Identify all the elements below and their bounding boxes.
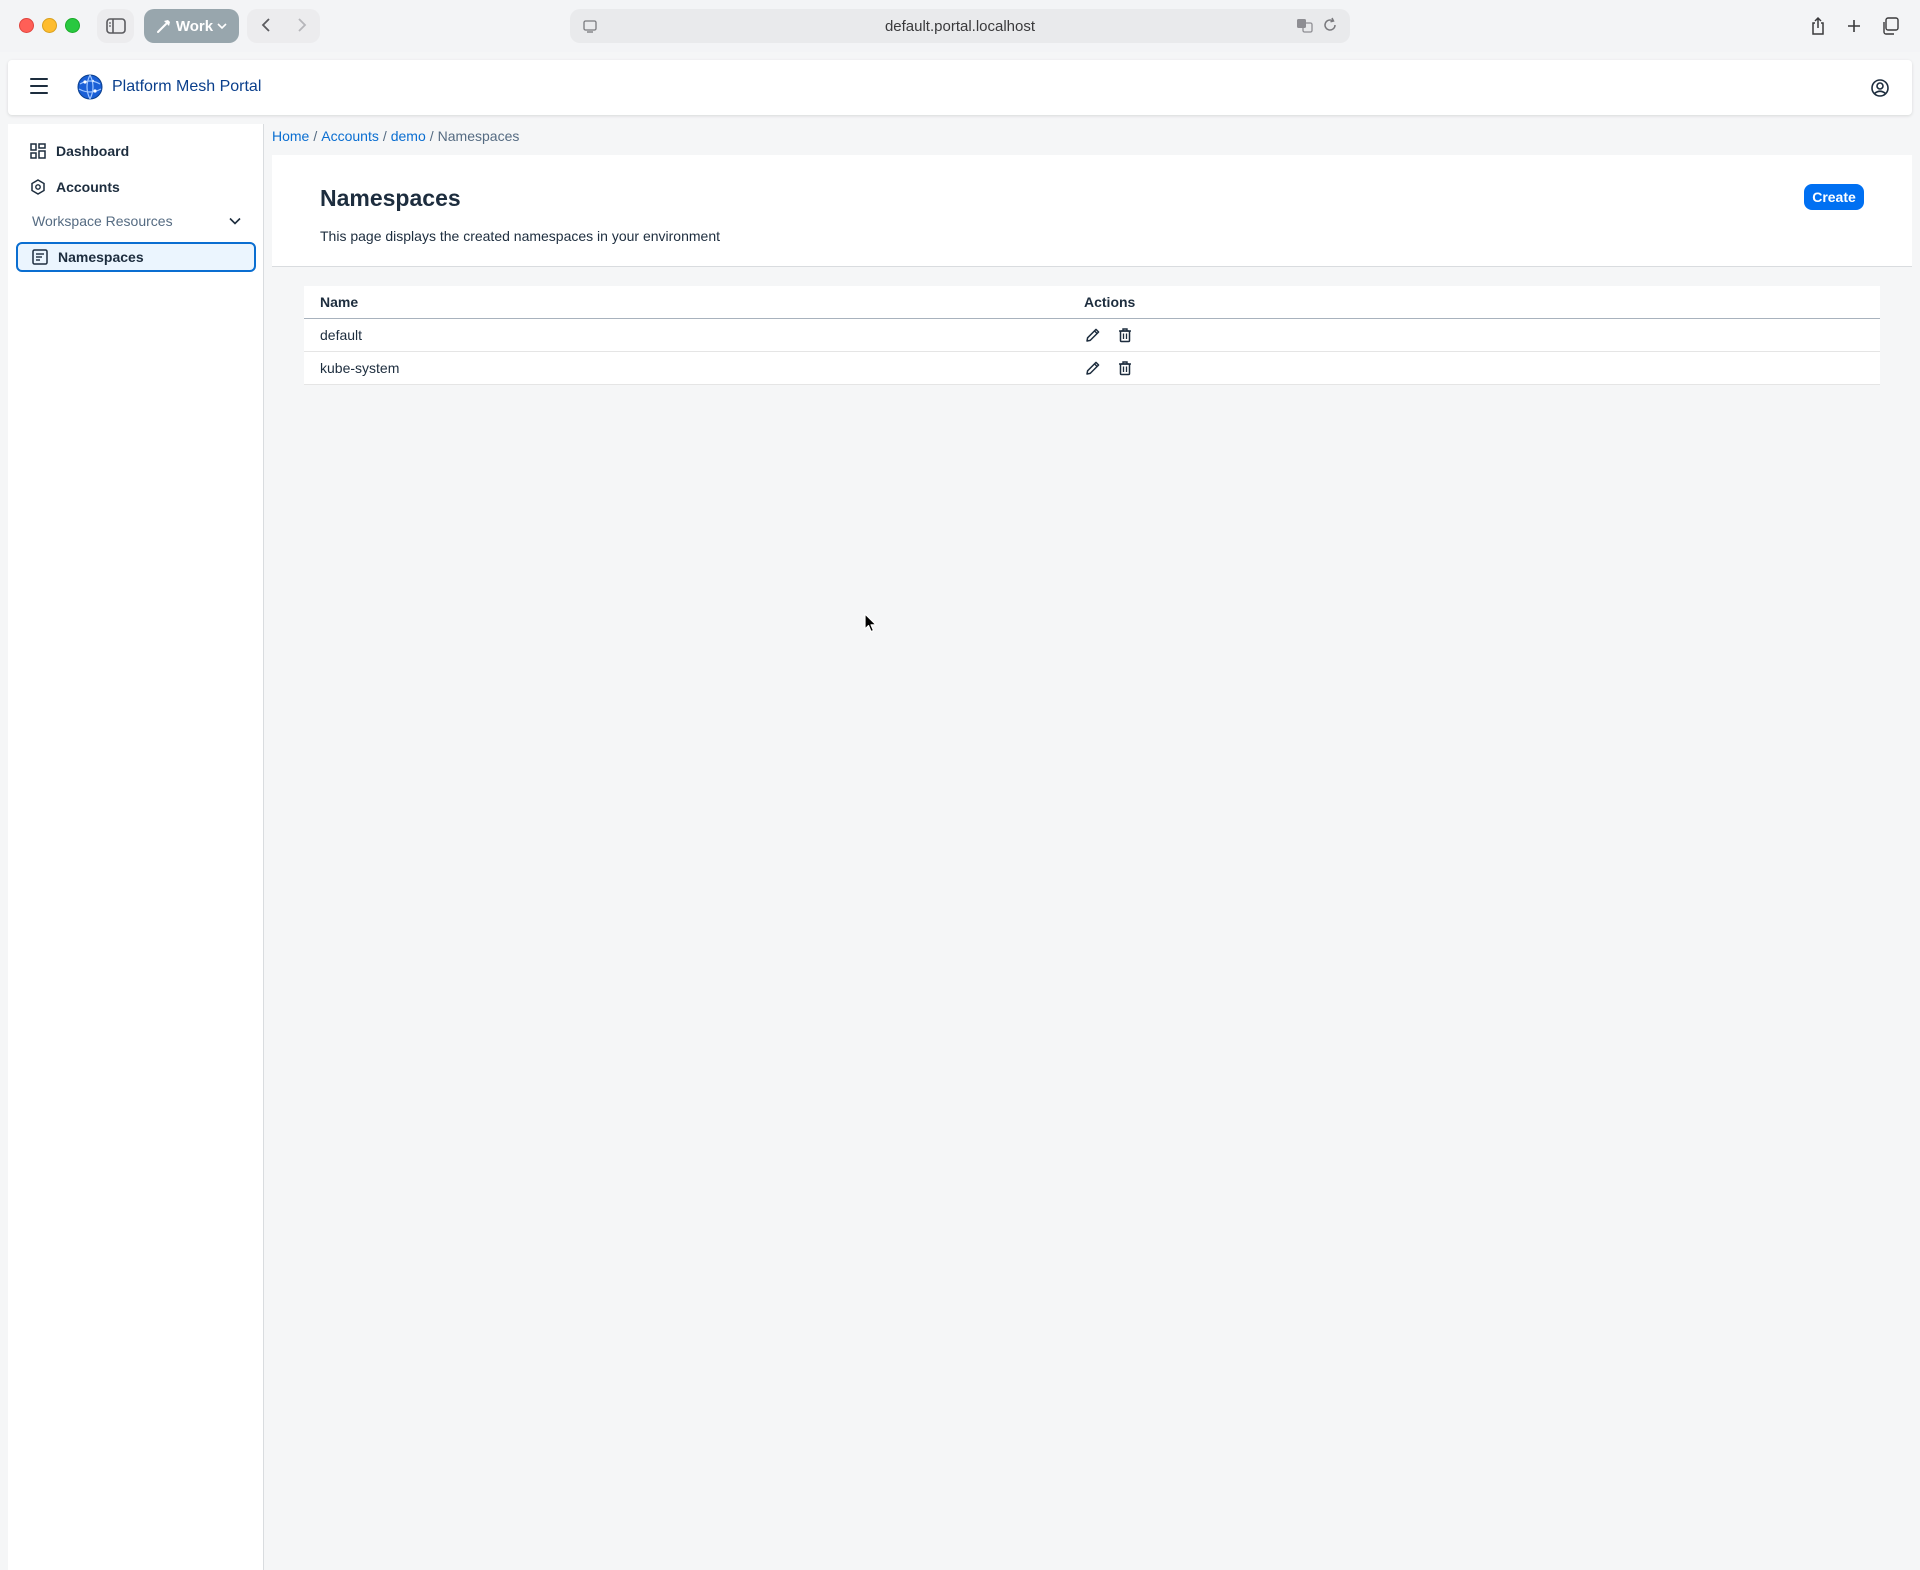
breadcrumb: Home / Accounts / demo / Namespaces (272, 128, 519, 144)
sidebar-icon (105, 18, 126, 34)
tab-overview-button[interactable] (1873, 9, 1907, 43)
dashboard-icon (30, 143, 46, 159)
hammer-icon (156, 20, 170, 33)
namespace-name-cell: kube-system (320, 360, 400, 376)
new-tab-button[interactable] (1837, 9, 1871, 43)
reload-icon[interactable] (1322, 17, 1338, 33)
edit-icon (1086, 328, 1100, 342)
browser-toolbar: Work default.portal.localhost (0, 0, 1920, 52)
namespace-name-cell: default (320, 327, 363, 343)
create-button[interactable]: Create (1804, 184, 1864, 210)
breadcrumb-separator: / (429, 128, 434, 144)
forward-button[interactable] (284, 13, 320, 39)
sidebar-group-workspace-resources[interactable]: Workspace Resources (16, 207, 256, 235)
breadcrumb-current: Namespaces (437, 128, 520, 144)
delete-icon (1119, 328, 1131, 343)
zoom-window-button[interactable] (65, 18, 80, 33)
table-row[interactable]: kube-system (304, 352, 1880, 385)
sidebar-item-dashboard[interactable]: Dashboard (16, 136, 256, 166)
plus-icon (1848, 20, 1860, 32)
address-bar[interactable]: default.portal.localhost (570, 9, 1350, 43)
breadcrumb-accounts-link[interactable]: Accounts (321, 128, 379, 144)
edit-button[interactable] (1084, 326, 1102, 344)
chevron-down-icon[interactable] (228, 214, 242, 228)
delete-button[interactable] (1116, 359, 1134, 377)
page-description: This page displays the created namespace… (320, 228, 720, 244)
user-profile-icon[interactable] (1870, 78, 1890, 98)
shell-header: Platform Mesh Portal (8, 60, 1912, 115)
translate-icon[interactable] (1296, 17, 1314, 33)
mouse-cursor-icon (864, 613, 877, 633)
table-header-row: Name Actions (304, 286, 1880, 319)
sidebar-item-label: Dashboard (56, 143, 130, 159)
sidebar-item-label: Namespaces (58, 249, 144, 265)
app-title[interactable]: Platform Mesh Portal (112, 78, 261, 96)
sidebar-item-label: Accounts (56, 179, 120, 195)
platform-mesh-logo (77, 74, 103, 100)
close-window-button[interactable] (19, 18, 34, 33)
profile-label: Work (175, 17, 214, 35)
delete-button[interactable] (1116, 326, 1134, 344)
actions-cell (1084, 359, 1134, 377)
page-title: Namespaces (320, 185, 461, 211)
history-nav-group (247, 9, 320, 43)
table-row[interactable]: default (304, 319, 1880, 352)
edit-button[interactable] (1084, 359, 1102, 377)
page-header: Namespaces This page displays the create… (272, 155, 1912, 267)
namespaces-table: Name Actions default kube-system (304, 286, 1880, 385)
share-icon (1812, 16, 1824, 35)
sidebar-item-namespaces[interactable]: Namespaces (16, 242, 256, 272)
menu-toggle-button[interactable] (30, 78, 48, 96)
chevron-left-icon (261, 18, 270, 32)
chevron-right-icon (297, 18, 306, 32)
sidebar-group-label: Workspace Resources (32, 213, 173, 229)
accounts-icon (31, 179, 45, 195)
back-button[interactable] (248, 13, 284, 39)
share-button[interactable] (1801, 9, 1835, 43)
sidebar-item-accounts[interactable]: Accounts (16, 172, 256, 202)
breadcrumb-home-link[interactable]: Home (272, 128, 309, 144)
profile-switcher-button[interactable]: Work (144, 9, 239, 43)
minimize-window-button[interactable] (42, 18, 57, 33)
actions-cell (1084, 326, 1134, 344)
url-text: default.portal.localhost (884, 17, 1036, 35)
browser-sidebar-toggle-button[interactable] (97, 9, 134, 43)
namespaces-icon (32, 249, 48, 265)
edit-icon (1086, 361, 1100, 375)
breadcrumb-separator: / (313, 128, 318, 144)
breadcrumb-separator: / (382, 128, 387, 144)
chevron-down-icon (217, 23, 227, 30)
column-header-actions: Actions (1084, 294, 1136, 310)
tabs-icon (1883, 17, 1899, 35)
breadcrumb-demo-link[interactable]: demo (391, 128, 426, 144)
page-settings-icon[interactable] (582, 18, 598, 34)
side-navigation: Dashboard Accounts Workspace Resources N… (8, 124, 264, 1570)
column-header-name[interactable]: Name (304, 294, 1084, 310)
delete-icon (1119, 361, 1131, 376)
